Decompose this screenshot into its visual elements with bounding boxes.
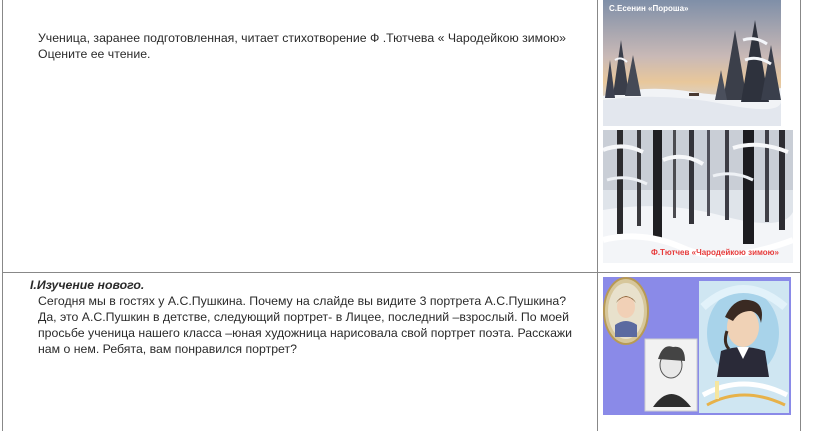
- table-border-left: [2, 0, 3, 431]
- winter-forest-image: Ф.Тютчев «Чародейкою зимою»: [603, 130, 793, 263]
- row2-line1: Сегодня мы в гостях у А.С.Пушкина. Почем…: [38, 294, 567, 308]
- table-row-divider: [2, 272, 800, 273]
- row1-text: Ученица, заранее подготовленная, читает …: [38, 31, 567, 61]
- picture1-caption: С.Есенин «Пороша»: [609, 4, 689, 13]
- pushkin-portraits-collage: [603, 277, 791, 415]
- lesson-table: Ученица, заранее подготовленная, читает …: [0, 0, 816, 431]
- table-column-divider: [597, 0, 598, 431]
- row2-line2: Да, это А.С.Пушкин в детстве, следующий …: [38, 310, 573, 356]
- section-heading: I.Изучение нового.: [30, 278, 145, 292]
- winter-landscape-image: С.Есенин «Пороша»: [603, 0, 781, 126]
- picture2-caption: Ф.Тютчев «Чародейкою зимою»: [651, 248, 779, 257]
- table-border-right: [800, 0, 801, 431]
